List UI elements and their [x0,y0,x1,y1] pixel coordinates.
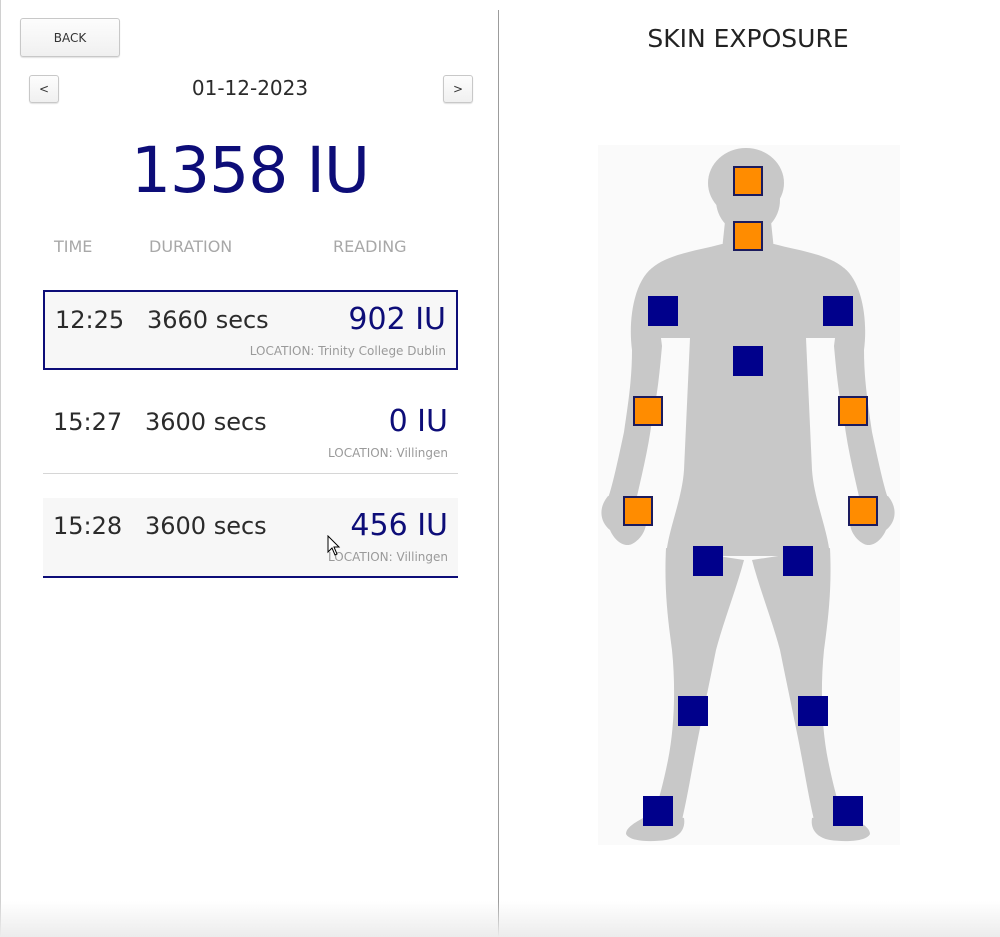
body-marker-left-hand[interactable] [848,496,878,526]
back-button[interactable]: BACK [20,18,120,57]
next-date-button[interactable]: > [443,75,473,103]
mouse-pointer-icon [327,535,341,556]
row-location: LOCATION: Villingen [328,550,448,564]
body-marker-right-thigh[interactable] [693,546,723,576]
row-duration: 3600 secs [145,512,267,540]
body-marker-left-shoulder[interactable] [823,296,853,326]
body-marker-chest[interactable] [733,346,763,376]
row-location: LOCATION: Villingen [328,446,448,460]
column-header-reading: READING [333,237,407,256]
panel-title: SKIN EXPOSURE [647,24,849,53]
row-reading: 0 IU [388,404,448,439]
bottom-fade [0,901,1000,937]
row-reading: 902 IU [348,302,446,337]
row-location: LOCATION: Trinity College Dublin [249,344,446,358]
reading-row[interactable]: 15:28 3600 secs 456 IU LOCATION: Villing… [43,498,458,578]
body-marker-left-thigh[interactable] [783,546,813,576]
body-marker-left-foot[interactable] [833,796,863,826]
row-duration: 3660 secs [147,306,269,334]
row-reading: 456 IU [350,508,448,543]
row-duration: 3600 secs [145,408,267,436]
row-time: 12:25 [55,306,125,334]
previous-date-button[interactable]: < [29,75,59,103]
reading-row[interactable]: 12:25 3660 secs 902 IU LOCATION: Trinity… [43,290,458,370]
row-time: 15:27 [53,408,123,436]
column-header-time: TIME [54,237,93,256]
body-marker-right-forearm[interactable] [633,396,663,426]
body-marker-left-forearm[interactable] [838,396,868,426]
window-edge [0,0,1,937]
panel-divider [498,10,499,937]
body-marker-right-foot[interactable] [643,796,673,826]
body-marker-neck[interactable] [733,221,763,251]
body-marker-left-shin[interactable] [798,696,828,726]
row-time: 15:28 [53,512,123,540]
total-reading: 1358 IU [130,134,370,207]
app-window: BACK < 01-12-2023 > 1358 IU TIME DURATIO… [0,0,1000,937]
body-marker-right-shin[interactable] [678,696,708,726]
column-header-duration: DURATION [149,237,233,256]
body-marker-right-shoulder[interactable] [648,296,678,326]
reading-row[interactable]: 15:27 3600 secs 0 IU LOCATION: Villingen [43,394,458,474]
date-label: 01-12-2023 [191,76,309,100]
body-marker-right-hand[interactable] [623,496,653,526]
body-marker-head[interactable] [733,166,763,196]
